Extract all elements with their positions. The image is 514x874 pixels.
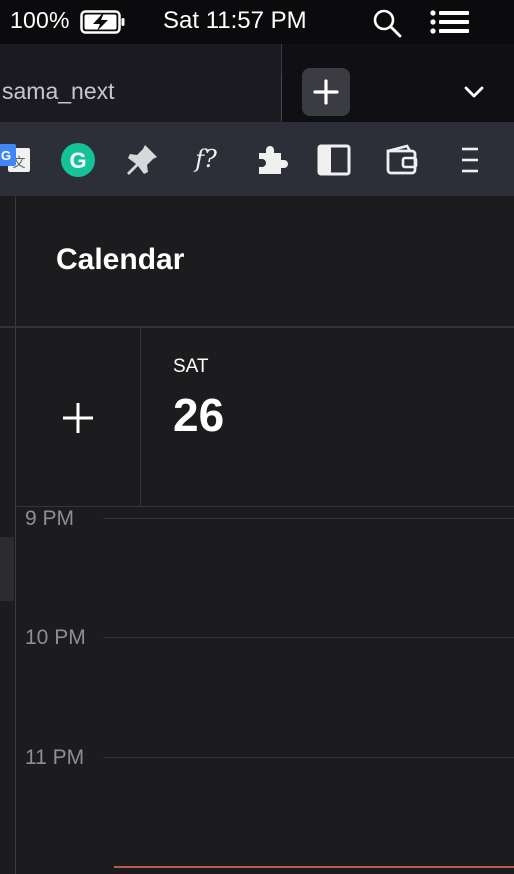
svg-text:G: G	[69, 148, 86, 173]
page-title: Calendar	[56, 243, 185, 276]
tab-strip: sama_next	[0, 44, 514, 122]
hour-line	[103, 518, 514, 519]
menu-bar-clock[interactable]: Sat 11:57 PM	[163, 7, 307, 35]
tab-active[interactable]: sama_next	[0, 44, 282, 122]
control-center-icon[interactable]	[430, 10, 470, 34]
tab-divider	[281, 74, 282, 120]
day-name: SAT	[173, 356, 209, 377]
hour-label: 9 PM	[25, 507, 75, 530]
svg-text:f?: f?	[193, 145, 217, 173]
calendar-view: Calendar SAT 26 9 PM 10 PM 11 PM	[0, 196, 514, 874]
puzzle-piece-icon[interactable]	[252, 142, 288, 178]
panel-divider	[15, 196, 16, 874]
svg-text:G: G	[1, 148, 11, 163]
screen: 100% Sat 11:57 PM sama_next 文 G G f? Cal…	[0, 0, 514, 874]
day-number[interactable]: 26	[173, 388, 224, 442]
hour-line	[103, 757, 514, 758]
menu-icon[interactable]	[452, 142, 488, 178]
tab-title: sama_next	[2, 78, 115, 104]
search-icon[interactable]	[371, 8, 403, 38]
side-panel-edge[interactable]	[0, 537, 14, 601]
pin-icon[interactable]	[124, 142, 160, 178]
battery-charging-icon[interactable]	[80, 10, 126, 34]
menu-bar: 100% Sat 11:57 PM	[0, 0, 514, 44]
plus-icon	[313, 79, 339, 105]
add-event-button[interactable]	[56, 396, 100, 440]
hour-label: 11 PM	[25, 746, 85, 769]
new-tab-button[interactable]	[302, 68, 350, 116]
column-divider	[140, 328, 141, 506]
day-header-divider	[16, 506, 514, 507]
battery-percentage: 100%	[10, 7, 70, 33]
hour-line	[103, 637, 514, 638]
extensions-toolbar: 文 G G f?	[0, 122, 514, 196]
header-divider	[0, 326, 514, 328]
hour-label: 10 PM	[25, 626, 86, 649]
current-time-indicator	[114, 866, 514, 868]
wallet-icon[interactable]	[384, 142, 420, 178]
google-translate-icon[interactable]: 文 G	[0, 142, 32, 178]
grammarly-icon[interactable]: G	[60, 142, 96, 178]
sidebar-icon[interactable]	[316, 142, 352, 178]
chevron-down-icon[interactable]	[459, 76, 489, 108]
formula-icon[interactable]: f?	[188, 142, 224, 178]
